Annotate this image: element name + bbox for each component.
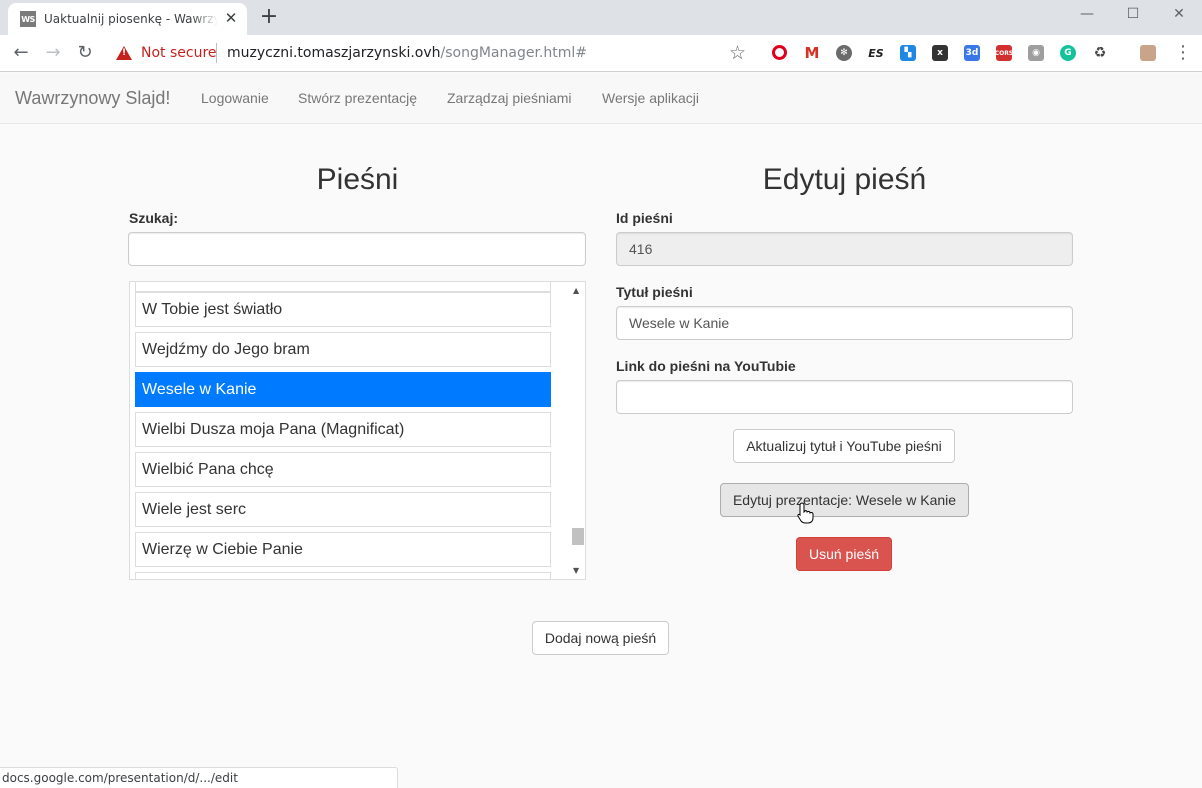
grammarly-extension-icon[interactable]: G xyxy=(1060,45,1076,61)
opera-extension-icon[interactable] xyxy=(772,45,787,60)
new-tab-icon[interactable]: + xyxy=(258,5,280,29)
add-song-button[interactable]: Dodaj nową pieśń xyxy=(532,621,669,655)
window-extension-icon[interactable]: ▚ xyxy=(900,45,916,61)
search-label: Szukaj: xyxy=(129,210,179,226)
forward-icon[interactable]: → xyxy=(40,40,66,66)
film-extension-icon[interactable]: ✻ xyxy=(836,45,852,61)
song-id-label: Id pieśni xyxy=(616,210,673,226)
search-input[interactable] xyxy=(128,232,586,266)
cors-extension-icon[interactable]: CORS xyxy=(995,45,1013,61)
tab-title: Uaktualnij piosenkę - Wawrzynowy Slajd! xyxy=(44,12,218,26)
url-path: /songManager.html# xyxy=(440,45,588,61)
es-extension-icon[interactable]: ES xyxy=(868,45,884,61)
list-item[interactable]: Wiele jest serc xyxy=(135,492,551,527)
x-extension-icon[interactable]: x xyxy=(932,45,948,61)
list-scrollbar[interactable]: ▲ ▼ xyxy=(570,282,585,579)
edit-presentation-button[interactable]: Edytuj prezentacje: Wesele w Kanie xyxy=(720,483,969,517)
scroll-down-icon[interactable]: ▼ xyxy=(573,566,579,575)
minimize-icon[interactable]: — xyxy=(1064,0,1110,30)
delete-song-button[interactable]: Usuń pieśń xyxy=(796,537,892,571)
nav-link-create-presentation[interactable]: Stwórz prezentację xyxy=(298,90,417,106)
song-title-label: Tytuł pieśni xyxy=(616,284,693,300)
nav-link-app-versions[interactable]: Wersje aplikacji xyxy=(602,90,699,106)
browser-tab[interactable]: WS Uaktualnij piosenkę - Wawrzynowy Slaj… xyxy=(8,3,247,35)
site-navbar: Wawrzynowy Slajd! Logowanie Stwórz preze… xyxy=(0,73,1202,124)
browser-menu-icon[interactable]: ⋮ xyxy=(1174,42,1192,64)
camera-extension-icon[interactable]: ◉ xyxy=(1028,45,1044,61)
url-divider xyxy=(216,43,217,63)
reload-icon[interactable]: ↻ xyxy=(72,40,98,66)
site-favicon-icon: WS xyxy=(20,11,36,27)
list-item[interactable]: Wejdźmy do Jego bram xyxy=(135,332,551,367)
security-status[interactable]: Not secure xyxy=(141,45,217,61)
edit-heading: Edytuj pieśń xyxy=(762,163,927,196)
tab-close-icon[interactable]: ✕ xyxy=(222,9,240,27)
list-item[interactable]: Wielbi Dusza moja Pana (Magnificat) xyxy=(135,412,551,447)
list-item[interactable]: W Tobie jest światło xyxy=(135,292,551,327)
list-item[interactable]: Wielbić Pana chcę xyxy=(135,452,551,487)
song-title-field[interactable]: Wesele w Kanie xyxy=(616,306,1073,340)
back-icon[interactable]: ← xyxy=(8,40,34,66)
bookmark-star-icon[interactable]: ☆ xyxy=(729,42,746,64)
song-list[interactable]: W Tobie jest światło Wejdźmy do Jego bra… xyxy=(129,281,586,580)
list-item[interactable]: Wierzę w Ciebie Panie xyxy=(135,532,551,567)
youtube-link-field[interactable] xyxy=(616,380,1073,414)
nav-link-login[interactable]: Logowanie xyxy=(201,90,269,106)
list-item[interactable] xyxy=(135,282,551,292)
youtube-link-label: Link do pieśni na YouTubie xyxy=(616,358,796,374)
scroll-thumb[interactable] xyxy=(572,528,584,545)
profile-avatar[interactable] xyxy=(1140,45,1156,61)
brand-link[interactable]: Wawrzynowy Slajd! xyxy=(15,88,170,109)
browser-toolbar: ← → ↻ Not secure muzyczni.tomaszjarzynsk… xyxy=(0,35,1202,72)
address-bar[interactable]: muzyczni.tomaszjarzynski.ovh/songManager… xyxy=(227,45,587,61)
gmail-extension-icon[interactable]: M xyxy=(804,44,820,62)
song-id-field: 416 xyxy=(616,232,1073,266)
hand-pointer-icon xyxy=(797,502,814,524)
status-bar: docs.google.com/presentation/d/.../edit xyxy=(0,767,398,788)
recycle-extension-icon[interactable]: ♻ xyxy=(1092,45,1108,61)
3d-extension-icon[interactable]: 3d xyxy=(964,45,980,61)
list-item-selected[interactable]: Wesele w Kanie xyxy=(135,372,551,407)
nav-link-manage-songs[interactable]: Zarządzaj pieśniami xyxy=(447,90,572,106)
window-close-icon[interactable]: ✕ xyxy=(1156,0,1202,30)
list-item[interactable] xyxy=(135,572,551,579)
update-song-button[interactable]: Aktualizuj tytuł i YouTube pieśni xyxy=(733,429,955,463)
url-host: muzyczni.tomaszjarzynski.ovh xyxy=(227,45,441,61)
scroll-up-icon[interactable]: ▲ xyxy=(573,286,579,295)
maximize-icon[interactable]: ☐ xyxy=(1110,0,1156,30)
browser-tab-bar: WS Uaktualnij piosenkę - Wawrzynowy Slaj… xyxy=(0,0,1202,35)
warning-icon[interactable] xyxy=(116,46,132,60)
songs-heading: Pieśni xyxy=(316,163,399,196)
